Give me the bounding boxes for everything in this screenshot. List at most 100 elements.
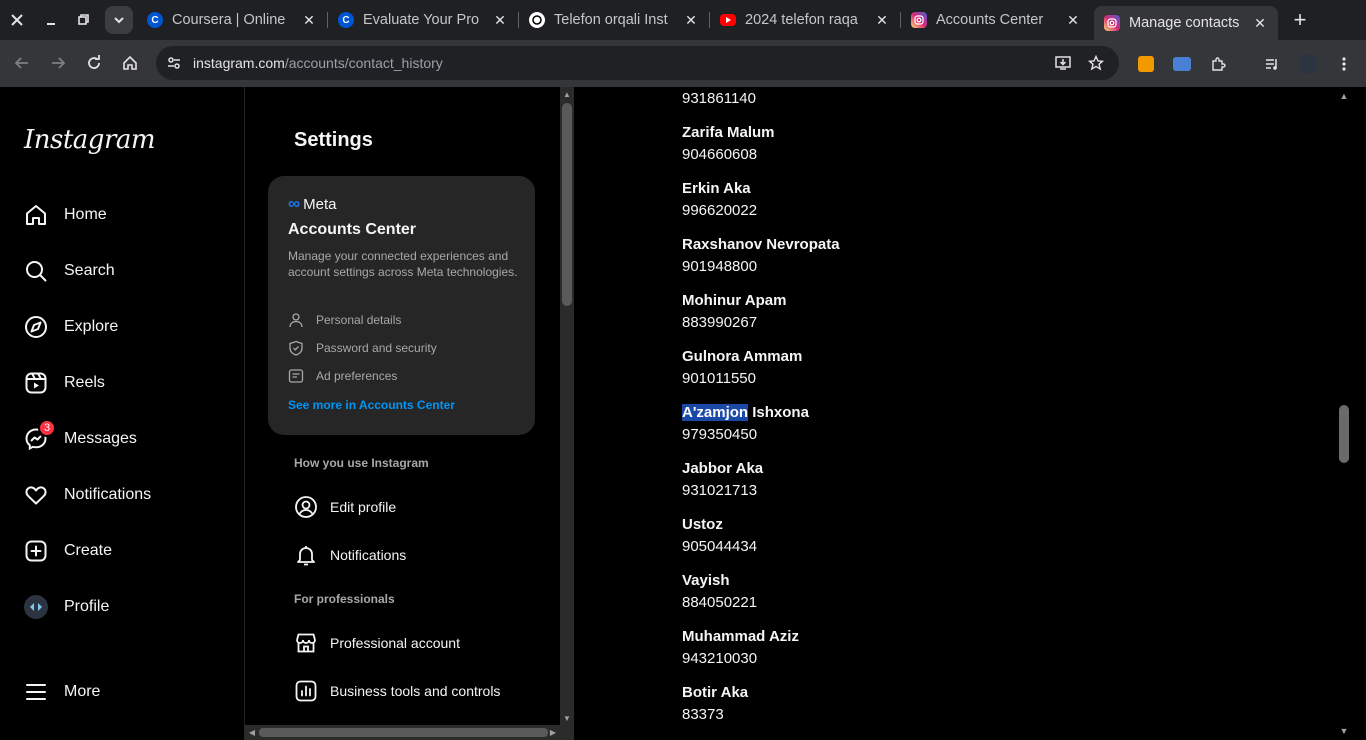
nav-item-messages[interactable]: 3 Messages (12, 415, 232, 463)
scrollbar-thumb[interactable] (1339, 405, 1349, 463)
nav-label: Home (64, 206, 107, 223)
extensions-puzzle-icon[interactable] (1207, 53, 1229, 75)
tab-title: Coursera | Online (172, 12, 286, 28)
close-tab-icon[interactable]: ✕ (1065, 12, 1081, 29)
media-control-icon[interactable] (1261, 53, 1283, 75)
contact-number: 931861140 (682, 90, 756, 107)
contact-number: 83373 (682, 706, 724, 723)
tab-evaluate[interactable]: C Evaluate Your Pro ✕ (328, 6, 518, 34)
extension-orange-icon[interactable] (1135, 53, 1157, 75)
scrollbar-thumb[interactable] (259, 728, 548, 737)
nav-item-explore[interactable]: Explore (12, 303, 232, 351)
list-item: Botir Aka 83373 (682, 682, 748, 726)
scroll-up-arrow-icon[interactable]: ▲ (1336, 89, 1352, 103)
instagram-logo[interactable]: Instagram (24, 125, 156, 155)
meta-logo-icon: ∞ (288, 194, 301, 213)
contact-number: 931021713 (682, 482, 758, 499)
nav-item-search[interactable]: Search (12, 247, 232, 295)
chatgpt-icon (529, 12, 545, 28)
contact-number: 905044434 (682, 538, 758, 555)
close-tab-icon[interactable]: ✕ (874, 12, 890, 29)
nav-item-more[interactable]: More (12, 668, 232, 716)
scroll-down-arrow-icon[interactable]: ▼ (1336, 724, 1352, 738)
home-button-icon[interactable] (117, 50, 143, 76)
install-app-icon[interactable] (1053, 53, 1073, 73)
nav-item-create[interactable]: Create (12, 527, 232, 575)
browser-menu-icon[interactable] (1333, 53, 1355, 75)
close-tab-icon[interactable]: ✕ (1252, 15, 1268, 32)
scroll-left-arrow-icon[interactable]: ◀ (245, 725, 259, 740)
settings-title: Settings (294, 129, 373, 151)
tab-coursera[interactable]: C Coursera | Online ✕ (137, 6, 327, 34)
settings-horizontal-scrollbar[interactable]: ◀ ▶ (245, 725, 560, 740)
coursera-icon: C (147, 12, 163, 28)
minimize-window-icon[interactable] (37, 6, 65, 34)
url-text: instagram.com/accounts/contact_history (193, 55, 443, 71)
list-item: 931861140 (682, 88, 756, 110)
tab-title: 2024 telefon raqa (745, 12, 858, 28)
bookmark-star-icon[interactable] (1086, 53, 1106, 73)
address-bar[interactable]: instagram.com/accounts/contact_history (156, 46, 1119, 80)
scroll-up-arrow-icon[interactable]: ▲ (560, 87, 574, 101)
restore-window-icon[interactable] (69, 6, 97, 34)
youtube-icon (720, 14, 736, 26)
extension-blue-icon[interactable] (1171, 53, 1193, 75)
contact-number: 884050221 (682, 594, 758, 611)
forward-icon[interactable] (45, 50, 71, 76)
reload-icon[interactable] (81, 50, 107, 76)
tab-title: Manage contacts (1129, 15, 1240, 31)
text-selection-highlight: A'zamjon (682, 404, 749, 421)
nav-item-reels[interactable]: Reels (12, 359, 232, 407)
scroll-right-arrow-icon[interactable]: ▶ (546, 725, 560, 740)
nav-item-home[interactable]: Home (12, 191, 232, 239)
nav-item-profile[interactable]: Profile (12, 583, 232, 631)
password-security-link[interactable]: Password and security (288, 338, 437, 358)
close-tab-icon[interactable]: ✕ (301, 12, 317, 29)
back-icon[interactable] (9, 50, 35, 76)
close-tab-icon[interactable]: ✕ (492, 12, 508, 29)
page-vertical-scrollbar[interactable]: ▲ ▼ (1336, 87, 1352, 740)
hamburger-menu-icon (24, 680, 48, 704)
accounts-center-description: Manage your connected experiences and ac… (288, 249, 518, 279)
settings-item-notifications[interactable]: Notifications (282, 533, 532, 577)
nav-label: Reels (64, 374, 105, 391)
tab-title: Evaluate Your Pro (363, 12, 480, 28)
contact-number: 943210030 (682, 650, 758, 667)
tab-accounts-center[interactable]: Accounts Center ✕ (901, 6, 1091, 34)
settings-item-professional-account[interactable]: Professional account (282, 621, 532, 665)
tab-manage-contacts[interactable]: Manage contacts ✕ (1094, 6, 1278, 40)
contact-name: Gulnora Ammam (682, 348, 803, 365)
section-heading-how-you-use: How you use Instagram (294, 456, 429, 470)
list-item: Mohinur Apam 883990267 (682, 290, 786, 334)
meta-brand: ∞ Meta (288, 194, 337, 213)
list-item: Muhammad Aziz 943210030 (682, 626, 799, 670)
contact-name: Vayish (682, 572, 730, 589)
tab-youtube[interactable]: 2024 telefon raqa ✕ (710, 6, 900, 34)
site-info-icon[interactable] (164, 53, 184, 73)
person-icon (288, 312, 304, 328)
ad-preferences-link[interactable]: Ad preferences (288, 366, 397, 386)
personal-details-link[interactable]: Personal details (288, 310, 401, 330)
scrollbar-thumb[interactable] (562, 103, 572, 306)
messenger-icon: 3 (24, 419, 56, 451)
list-item: Raxshanov Nevropata 901948800 (682, 234, 840, 278)
contact-name: Raxshanov Nevropata (682, 236, 840, 253)
contact-name: Erkin Aka (682, 180, 751, 197)
settings-item-business-tools[interactable]: Business tools and controls (282, 669, 532, 713)
settings-item-edit-profile[interactable]: Edit profile (282, 485, 532, 529)
tab-telefon[interactable]: Telefon orqali Inst ✕ (519, 6, 709, 34)
list-item: Vayish 884050221 (682, 570, 757, 614)
profile-avatar-icon[interactable] (1297, 53, 1319, 75)
contact-name: Botir Aka (682, 684, 749, 701)
tab-search-dropdown-icon[interactable] (105, 6, 133, 34)
settings-vertical-scrollbar[interactable]: ▲ ▼ (560, 87, 574, 725)
section-heading-professionals: For professionals (294, 592, 395, 606)
close-window-icon[interactable] (3, 6, 31, 34)
nav-item-notifications[interactable]: Notifications (12, 471, 232, 519)
close-tab-icon[interactable]: ✕ (683, 12, 699, 29)
see-more-accounts-center-link[interactable]: See more in Accounts Center (288, 398, 455, 412)
nav-label: Messages (64, 430, 137, 447)
scroll-down-arrow-icon[interactable]: ▼ (560, 711, 574, 725)
new-tab-icon[interactable]: + (1286, 6, 1314, 34)
search-icon (24, 259, 48, 283)
